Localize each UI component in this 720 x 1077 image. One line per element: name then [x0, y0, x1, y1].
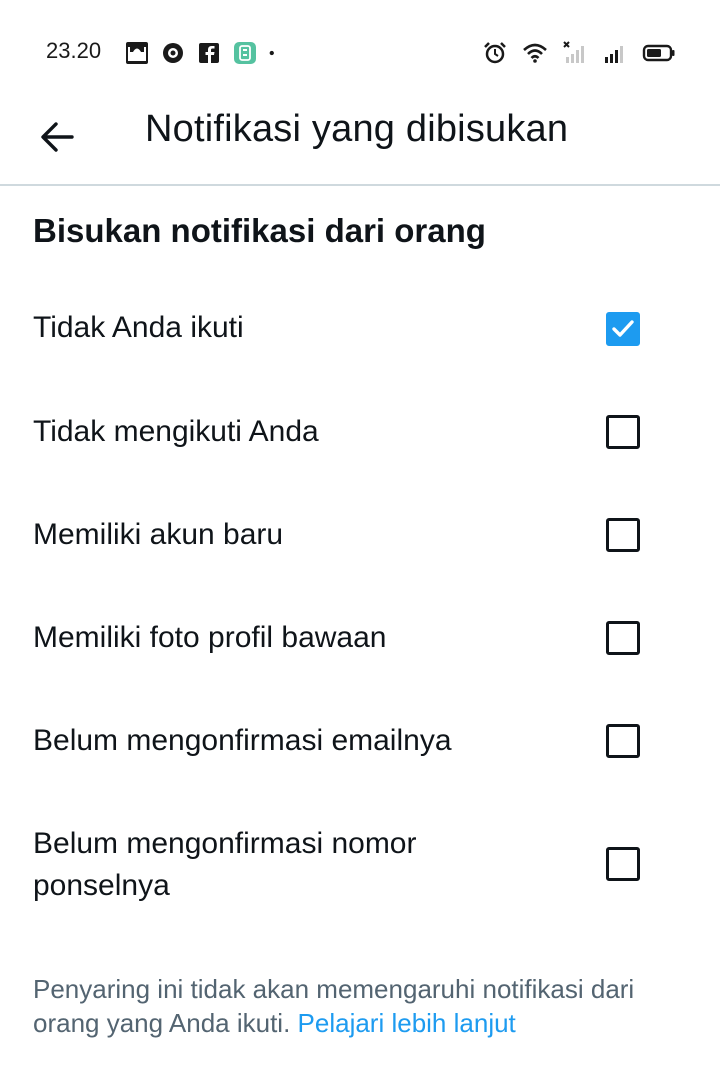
option-label: Belum mengonfirmasi nomor ponselnya [33, 827, 417, 902]
top-app-bar: Notifikasi yang dibisukan [0, 104, 720, 186]
checkbox-not-following-you[interactable] [606, 415, 640, 449]
checkmark-icon [612, 320, 634, 337]
status-time: 23.20 [46, 38, 102, 63]
facebook-icon [199, 43, 219, 63]
back-button[interactable] [34, 112, 82, 160]
option-label: Memiliki akun baru [33, 518, 284, 551]
option-row-not-following[interactable]: Tidak Anda ikuti [0, 307, 720, 353]
option-row-default-photo[interactable]: Memiliki foto profil bawaan [0, 617, 720, 663]
page-title: Notifikasi yang dibisukan [145, 108, 569, 150]
checkbox-new-account[interactable] [606, 518, 640, 552]
learn-more-link[interactable]: Pelajari lebih lanjut [298, 1008, 516, 1038]
mosque-app-icon [126, 42, 148, 64]
option-row-new-account[interactable]: Memiliki akun baru [0, 514, 720, 560]
option-label: Tidak mengikuti Anda [33, 415, 319, 448]
option-row-unconfirmed-email[interactable]: Belum mengonfirmasi emailnya [0, 720, 720, 766]
section-title: Bisukan notifikasi dari orang [33, 212, 486, 249]
option-label: Memiliki foto profil bawaan [33, 621, 387, 654]
status-right-icons [482, 40, 676, 66]
status-bar: 23.20 [0, 0, 720, 104]
calculator-app-icon [234, 42, 256, 64]
alarm-icon [484, 42, 506, 64]
footer-note: Penyaring ini tidak akan memengaruhi not… [33, 972, 693, 1040]
notification-dot-icon [269, 50, 274, 56]
no-signal-icon [563, 41, 584, 63]
cell-signal-icon [605, 46, 623, 63]
checkbox-not-following[interactable] [606, 312, 640, 346]
option-row-unconfirmed-phone[interactable]: Belum mengonfirmasi nomor ponselnya [0, 823, 720, 909]
wifi-icon [523, 43, 547, 63]
checkbox-default-photo[interactable] [606, 621, 640, 655]
checkbox-unconfirmed-phone[interactable] [606, 847, 640, 881]
option-row-not-following-you[interactable]: Tidak mengikuti Anda [0, 411, 720, 457]
option-label: Tidak Anda ikuti [33, 311, 244, 344]
checkbox-unconfirmed-email[interactable] [606, 724, 640, 758]
battery-icon [642, 44, 675, 62]
status-left-icons [124, 40, 282, 66]
circle-app-icon [163, 43, 183, 63]
arrow-left-icon [41, 122, 74, 152]
option-label: Belum mengonfirmasi emailnya [33, 724, 452, 757]
